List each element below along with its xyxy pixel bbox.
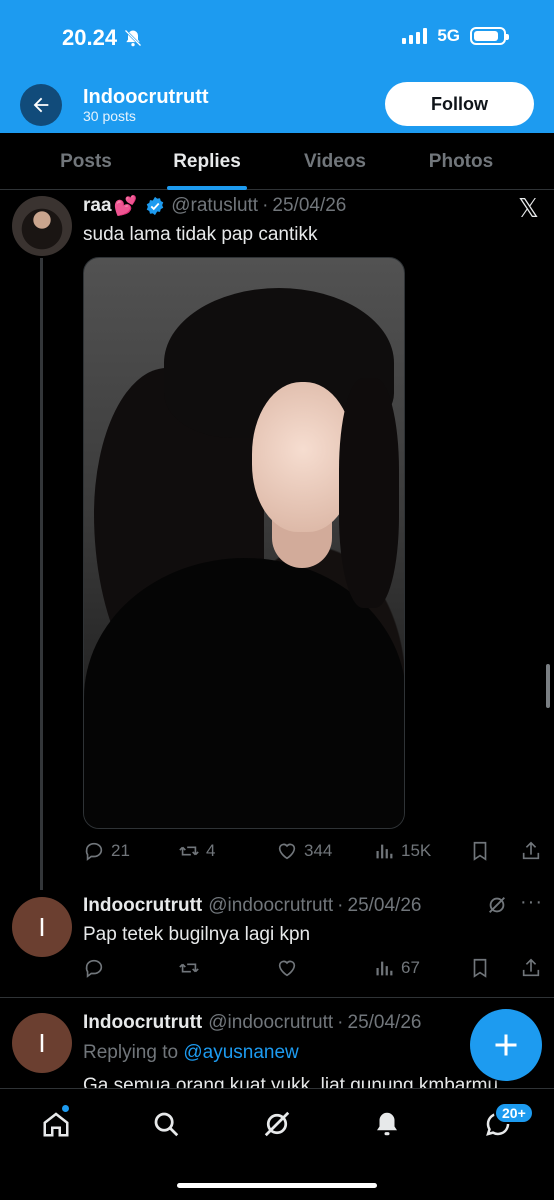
reply-icon [85, 959, 103, 978]
views-count: 15K [401, 841, 432, 860]
arrow-left-icon [33, 97, 49, 113]
separator-dot: · [337, 1012, 344, 1033]
like-button[interactable] [276, 957, 298, 979]
back-button[interactable] [20, 84, 62, 126]
clock-text: 20.24 [62, 25, 118, 50]
home-notification-dot [61, 1104, 70, 1113]
views-count: 67 [401, 958, 420, 977]
divider [0, 997, 554, 998]
grok-icon[interactable] [486, 894, 508, 921]
status-indicators: 5G [402, 26, 509, 46]
status-time: 20.24 [62, 25, 143, 51]
post-meta: raa 💕 @ratuslutt · 25/04/26 [83, 194, 346, 218]
post-date[interactable]: 25/04/26 [348, 895, 422, 917]
author-name[interactable]: Indoocrutrutt [83, 895, 202, 917]
compose-button[interactable] [470, 1009, 542, 1081]
follow-button[interactable]: Follow [385, 82, 534, 126]
bookmark-button[interactable] [469, 957, 491, 979]
separator-dot: · [337, 895, 344, 916]
post-meta: Indoocrutrutt @indoocrutrutt · 25/04/26 [83, 895, 421, 917]
thread-line [40, 258, 43, 890]
heart-icon [278, 843, 296, 860]
bell-icon [377, 1112, 397, 1136]
plus-icon [495, 1034, 517, 1056]
replying-to: Replying to @ayusnanew [83, 1042, 299, 1064]
home-indicator[interactable] [177, 1183, 377, 1188]
nav-search[interactable] [149, 1107, 183, 1141]
profile-name: Indoocrutrutt [83, 86, 209, 108]
name-emoji: 💕 [113, 196, 138, 217]
views-button[interactable]: 15K [373, 840, 431, 862]
author-name[interactable]: Indoocrutrutt [83, 1012, 202, 1034]
battery-level [474, 31, 498, 41]
grok-icon [264, 1111, 290, 1137]
share-button[interactable] [520, 840, 542, 862]
post-text: suda lama tidak pap cantikk [83, 224, 318, 245]
repost-icon [179, 963, 199, 973]
bookmark-icon [473, 958, 487, 978]
tab-photos[interactable]: Photos [376, 133, 546, 190]
repost-icon [179, 846, 199, 856]
network-type: 5G [437, 26, 460, 45]
verified-badge-icon [146, 196, 164, 216]
post-count: 30 posts [83, 108, 136, 124]
bookmark-icon [473, 841, 487, 861]
scrollbar[interactable] [546, 664, 550, 708]
repost-button[interactable] [178, 957, 200, 979]
nav-notifications[interactable] [370, 1107, 404, 1141]
profile-tabs: Posts Replies Videos Photos [0, 133, 554, 190]
replying-to-link[interactable]: @ayusnanew [183, 1042, 298, 1063]
share-button[interactable] [520, 957, 542, 979]
x-logo-icon: 𝕏 [518, 193, 539, 223]
like-button[interactable]: 344 [276, 840, 332, 862]
more-options-icon[interactable]: ··· [520, 891, 543, 914]
bookmark-button[interactable] [469, 840, 491, 862]
heart-icon [278, 960, 296, 977]
post-text: Pap tetek bugilnya lagi kpn [83, 924, 311, 945]
avatar[interactable] [12, 196, 72, 256]
post-actions: 67 [83, 957, 543, 983]
replying-prefix: Replying to [83, 1042, 179, 1063]
separator-dot: · [262, 195, 269, 216]
views-icon [376, 844, 393, 859]
home-icon [43, 1112, 69, 1137]
author-handle[interactable]: @indoocrutrutt [208, 895, 333, 917]
post-date[interactable]: 25/04/26 [272, 195, 346, 217]
views-icon [376, 961, 393, 976]
battery-icon [470, 27, 509, 45]
share-icon [522, 841, 540, 860]
reply-button[interactable]: 21 [83, 840, 130, 862]
top-bar: 20.24 5G Indoocrutrutt 30 posts Follow [0, 0, 554, 133]
views-button[interactable]: 67 [373, 957, 420, 979]
share-icon [522, 958, 540, 977]
messages-badge: 20+ [494, 1102, 534, 1124]
author-handle[interactable]: @ratuslutt [171, 195, 258, 217]
signal-icon [402, 28, 428, 44]
post-meta: Indoocrutrutt @indoocrutrutt · 25/04/26 [83, 1012, 421, 1034]
author-handle[interactable]: @indoocrutrutt [208, 1012, 333, 1034]
nav-grok[interactable] [260, 1107, 294, 1141]
reply-count: 21 [111, 841, 130, 860]
repost-count: 4 [206, 841, 216, 860]
post-actions: 21 4 344 15K [83, 840, 543, 866]
avatar[interactable]: I [12, 897, 72, 957]
like-count: 344 [304, 841, 333, 860]
author-name[interactable]: raa [83, 195, 112, 217]
avatar[interactable]: I [12, 1013, 72, 1073]
post-image[interactable] [83, 257, 405, 829]
post-date[interactable]: 25/04/26 [348, 1012, 422, 1034]
search-icon [154, 1112, 179, 1137]
reply-button[interactable] [83, 957, 105, 979]
repost-button[interactable]: 4 [178, 840, 215, 862]
reply-icon [85, 842, 103, 861]
bell-muted-icon [124, 29, 142, 47]
